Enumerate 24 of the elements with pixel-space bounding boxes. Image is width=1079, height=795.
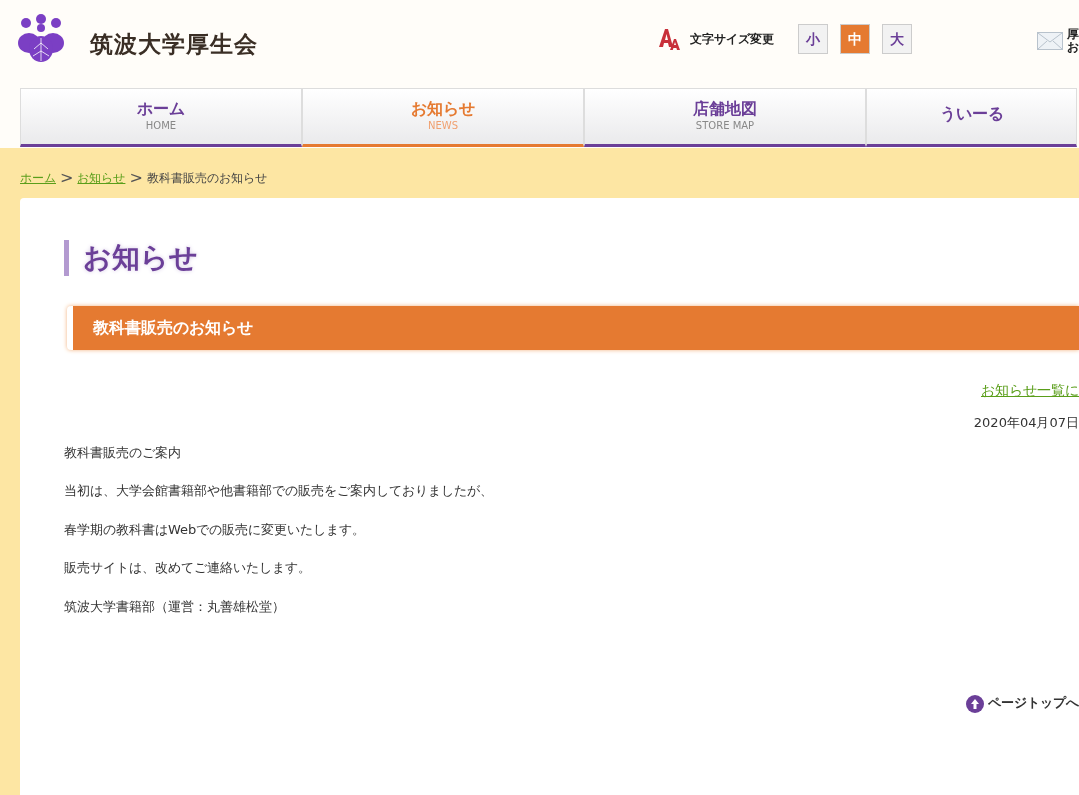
mail-icon [1037,32,1063,51]
site-title: 筑波大学厚生会 [90,29,258,59]
page-top-link[interactable]: ページトップへ [988,694,1079,714]
breadcrumb-separator: > [129,167,143,189]
contact-link[interactable]: 厚 お [1067,28,1079,55]
article-date: 2020年04月07日 [973,414,1079,433]
breadcrumb-current: 教科書販売のお知らせ [146,170,267,187]
breadcrumb-separator: > [60,167,74,189]
font-size-button[interactable]: 小 [798,24,828,54]
nav-tab[interactable]: ういーる [866,88,1077,147]
article-title-bar: 教科書販売のお知らせ [67,306,1079,351]
article-paragraph: 教科書販売のご案内 [64,443,182,462]
article-paragraph: 筑波大学書籍部（運営：丸善雄松堂） [64,597,286,616]
font-size-label: 文字サイズ変更 [690,31,774,48]
nav-tab[interactable]: 店舗地図 STORE MAP [584,88,866,147]
font-size-icon [658,27,682,51]
page-heading: お知らせ [64,240,1079,277]
crest-icon [16,13,66,63]
article-paragraph: 販売サイトは、改めてご連絡いたします。 [64,559,312,578]
article-paragraph: 春学期の教科書はWebでの販売に変更いたします。 [64,520,367,539]
back-to-list-link[interactable]: お知らせ一覧に [981,380,1079,402]
nav-tab[interactable]: ホーム HOME [20,88,302,147]
font-size-button[interactable]: 大 [882,24,912,54]
article-paragraph: 当初は、大学会館書籍部や他書籍部での販売をご案内しておりましたが、 [64,482,494,501]
